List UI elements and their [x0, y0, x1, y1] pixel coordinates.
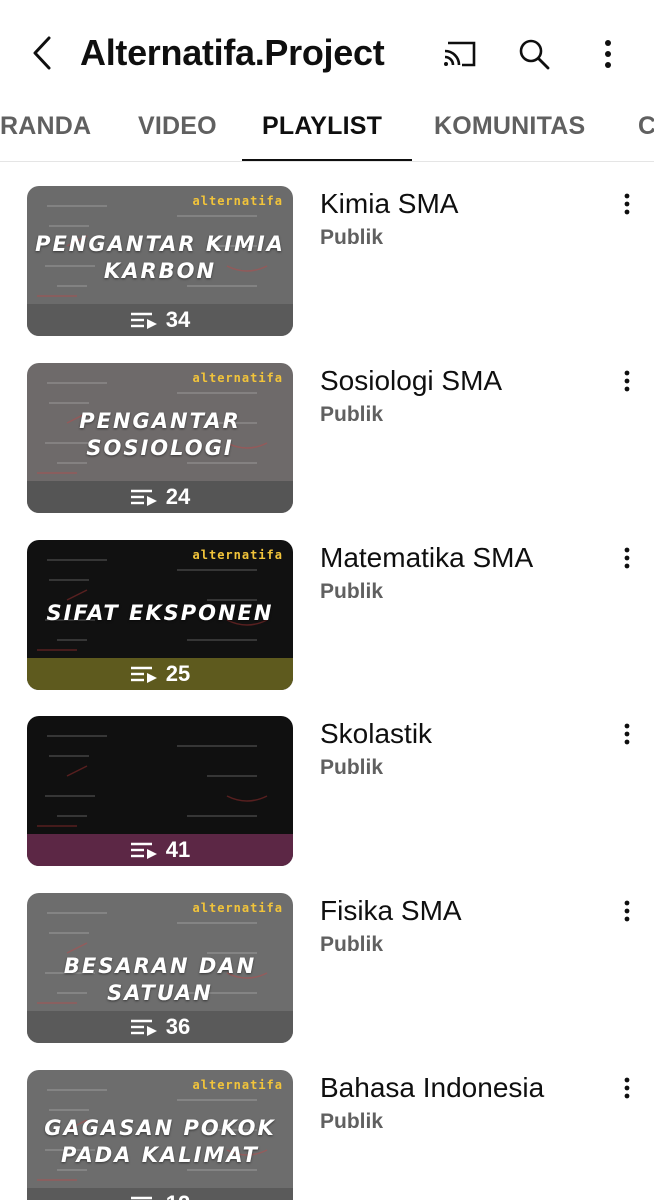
playlist-icon [130, 1019, 157, 1036]
thumbnail-title-line: Karbon [103, 259, 217, 283]
thumbnail-title: Pengantar Sosiologi [27, 408, 293, 462]
playlist-title[interactable]: Matematika SMA [320, 540, 533, 576]
thumbnail-title: Pengantar Kimia Karbon [27, 231, 293, 285]
video-count-bar: 25 [27, 658, 293, 690]
playlist-thumbnail[interactable]: alternatifa Pengantar Kimia Karbon 34 [27, 186, 293, 336]
playlist-title[interactable]: Skolastik [320, 716, 432, 752]
playlist-thumbnail[interactable]: alternatifa Sifat Eksponen 25 [27, 540, 293, 690]
playlist-more-button[interactable] [612, 540, 642, 576]
search-icon [519, 39, 550, 70]
cast-button[interactable] [438, 32, 482, 76]
playlist-visibility: Publik [320, 226, 384, 249]
back-button[interactable] [22, 30, 62, 76]
tab-video[interactable]: VIDEO [138, 112, 217, 141]
search-button[interactable] [512, 32, 556, 76]
tab-channels[interactable]: C [638, 112, 654, 141]
more-vertical-icon [624, 370, 630, 392]
more-vertical-icon [624, 723, 630, 745]
playlist-thumbnail[interactable]: alternatifa Besaran dan Satuan 36 [27, 893, 293, 1043]
playlist-item[interactable]: alternatifa Gagasan Pokok Pada Kalimat 12… [0, 1070, 654, 1200]
thumbnail-title-line: Besaran dan Satuan [63, 954, 257, 1005]
playlist-info[interactable]: Fisika SMA Publik [320, 893, 462, 957]
playlist-visibility: Publik [320, 580, 384, 603]
playlist-item[interactable]: alternatifa Pengantar Sosiologi 24 Sosiol… [0, 363, 654, 513]
playlist-item[interactable]: 41 Skolastik Publik [0, 716, 654, 866]
playlist-title[interactable]: Kimia SMA [320, 186, 458, 222]
playlist-visibility: Publik [320, 1110, 384, 1133]
playlist-more-button[interactable] [612, 893, 642, 929]
thumbnail-title-line: Pada Kalimat [61, 1143, 259, 1167]
video-count: 12 [166, 1191, 190, 1200]
playlist-info[interactable]: Matematika SMA Publik [320, 540, 533, 604]
video-count: 25 [165, 661, 191, 686]
video-count: 41 [165, 837, 191, 862]
video-count-bar: 24 [27, 481, 293, 513]
playlist-title[interactable]: Bahasa Indonesia [320, 1070, 544, 1106]
playlist-visibility: Publik [320, 933, 384, 956]
video-count: 24 [165, 484, 191, 509]
playlist-more-button[interactable] [612, 363, 642, 399]
playlist-icon [130, 1196, 152, 1200]
video-count: 36 [165, 1014, 191, 1039]
playlist-item[interactable]: alternatifa Pengantar Kimia Karbon 34 Kim… [0, 186, 654, 336]
playlist-info[interactable]: Skolastik Publik [320, 716, 432, 780]
back-arrow-icon [33, 36, 51, 70]
video-count: 34 [165, 307, 191, 332]
tab-komunitas[interactable]: KOMUNITAS [434, 112, 585, 141]
tab-playlist[interactable]: PLAYLIST [262, 112, 382, 141]
thumbnail-title-line: Sifat Eksponen [46, 601, 274, 625]
thumbnail-title: Gagasan Pokok Pada Kalimat [27, 1115, 293, 1169]
more-vertical-icon [624, 193, 630, 215]
playlist-icon [130, 842, 157, 859]
cast-icon [444, 41, 476, 67]
playlist-title[interactable]: Fisika SMA [320, 893, 462, 929]
playlist-thumbnail[interactable]: alternatifa Pengantar Sosiologi 24 [27, 363, 293, 513]
channel-watermark: alternatifa [192, 194, 283, 208]
playlist-visibility: Publik [320, 756, 384, 779]
channel-header: Alternatifa.Project [0, 0, 654, 104]
playlist-item[interactable]: alternatifa Besaran dan Satuan 36 Fisika… [0, 893, 654, 1043]
playlist-thumbnail[interactable]: alternatifa Gagasan Pokok Pada Kalimat 12 [27, 1070, 293, 1200]
channel-watermark: alternatifa [192, 371, 283, 385]
thumbnail-title: Besaran dan Satuan [27, 953, 293, 1007]
video-count-bar: 36 [27, 1011, 293, 1043]
tab-beranda[interactable]: RANDA [0, 112, 91, 141]
playlist-more-button[interactable] [612, 716, 642, 752]
playlist-thumbnail[interactable]: 41 [27, 716, 293, 866]
thumbnail-title-line: Sosiologi [86, 436, 234, 460]
playlist-icon [130, 312, 157, 329]
playlist-more-button[interactable] [612, 1070, 642, 1106]
playlist-title[interactable]: Sosiologi SMA [320, 363, 502, 399]
playlist-info[interactable]: Sosiologi SMA Publik [320, 363, 502, 427]
playlist-item[interactable]: alternatifa Sifat Eksponen 25 Matematika… [0, 540, 654, 690]
channel-watermark: alternatifa [192, 1078, 283, 1092]
playlist-info[interactable]: Kimia SMA Publik [320, 186, 458, 250]
thumbnail-title-line: Pengantar Kimia [35, 232, 285, 256]
playlist-info[interactable]: Bahasa Indonesia Publik [320, 1070, 544, 1134]
more-options-button[interactable] [586, 32, 630, 76]
playlist-visibility: Publik [320, 403, 384, 426]
playlist-icon [130, 489, 157, 506]
active-tab-indicator [242, 159, 412, 161]
thumbnail-title: Sifat Eksponen [27, 600, 293, 627]
more-vertical-icon [624, 547, 630, 569]
playlist-icon [130, 666, 157, 683]
thumbnail-title-line: Gagasan Pokok [44, 1116, 276, 1140]
video-count-bar: 34 [27, 304, 293, 336]
video-count-bar: 41 [27, 834, 293, 866]
channel-tabs: RANDA VIDEO PLAYLIST KOMUNITAS C [0, 104, 654, 162]
channel-watermark: alternatifa [192, 901, 283, 915]
more-vertical-icon [624, 900, 630, 922]
more-vertical-icon [605, 40, 611, 68]
channel-title: Alternatifa.Project [80, 32, 385, 73]
playlist-more-button[interactable] [612, 186, 642, 222]
more-vertical-icon [624, 1077, 630, 1099]
video-count-bar: 12 [27, 1188, 293, 1200]
thumbnail-title-line: Pengantar [79, 409, 241, 433]
channel-watermark: alternatifa [192, 548, 283, 562]
